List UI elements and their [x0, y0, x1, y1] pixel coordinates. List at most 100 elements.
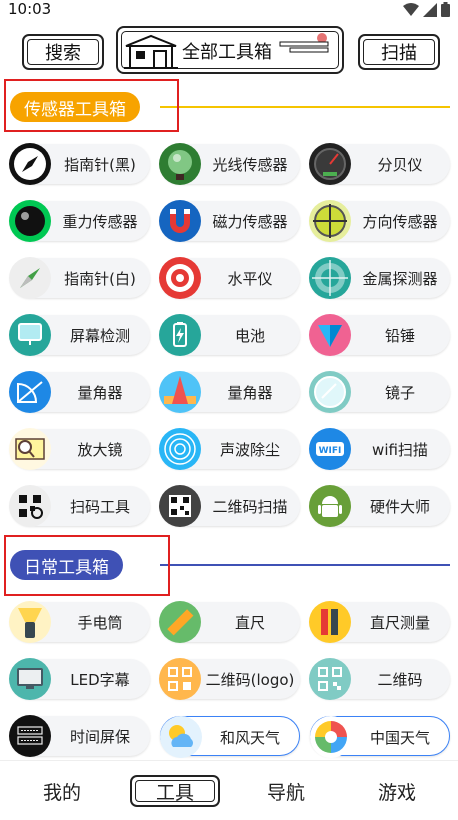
ruler-measure-icon [308, 600, 352, 644]
tool-tile-label: 和风天气 [219, 728, 280, 747]
tool-tile[interactable]: 指南针(黑) [8, 142, 150, 186]
tool-tile[interactable]: 直尺测量 [308, 600, 450, 644]
daily-section-title: 日常工具箱 [10, 550, 123, 580]
decibel-meter-icon [308, 142, 352, 186]
tool-tile-label: wifi扫描 [372, 440, 428, 459]
scan-button-label: 扫描 [381, 43, 417, 64]
battery-icon [158, 313, 202, 357]
sun-cloud-icon [279, 33, 329, 53]
title-banner: 全部工具箱 [116, 26, 344, 74]
battery-status-icon [441, 2, 450, 17]
tool-tile[interactable]: 光线传感器 [158, 142, 300, 186]
plumb-bob-icon [308, 313, 352, 357]
tool-tile-label: 电池 [234, 326, 265, 345]
tool-tile[interactable]: 金属探测器 [308, 256, 450, 300]
tool-tile[interactable]: WIFI wifi扫描 [309, 428, 450, 470]
tool-tile[interactable]: 镜子 [309, 371, 450, 413]
tool-tile[interactable]: 和风天气 [159, 715, 300, 759]
tool-tile-label: 手电筒 [77, 613, 123, 632]
tool-tile[interactable]: 扫码工具 [8, 484, 150, 528]
nav-item-mine[interactable]: 我的 [17, 775, 107, 807]
top-bar: 搜索 全部工具箱 扫描 [0, 24, 458, 74]
status-bar: 10:03 [0, 0, 458, 20]
tool-tile-label: 硬件大师 [369, 497, 430, 516]
wifi-status-icon [403, 2, 419, 16]
level-icon [158, 256, 202, 300]
nav-item-tools[interactable]: 工具 [130, 775, 220, 807]
qr-scan-icon [158, 484, 202, 528]
nav-item-navigation[interactable]: 导航 [241, 775, 331, 807]
tool-tile-label: 二维码(logo) [205, 670, 295, 689]
compass-black-icon [8, 142, 52, 186]
tool-tile-label: 金属探测器 [362, 269, 438, 288]
sound-wave-icon [158, 427, 202, 471]
nav-item-games[interactable]: 游戏 [352, 775, 442, 807]
protractor-ruler-icon [158, 370, 202, 414]
tool-tile[interactable]: 铅锤 [308, 313, 450, 357]
tool-tile-label: 磁力传感器 [212, 212, 288, 231]
tool-tile-label: 二维码 [377, 670, 423, 689]
direction-sensor-icon [308, 199, 352, 243]
tool-tile-label: 光线传感器 [212, 155, 288, 174]
magnet-icon [158, 199, 202, 243]
qr-logo-icon [158, 657, 202, 701]
tool-tile[interactable]: LED字幕 [9, 658, 150, 700]
tool-tile[interactable]: 重力传感器 [8, 199, 150, 243]
tool-tile-label: 量角器 [227, 383, 273, 402]
tool-tile[interactable]: 二维码 [308, 657, 450, 701]
sensor-section-title: 传感器工具箱 [10, 92, 140, 122]
nav-label: 游戏 [377, 781, 416, 804]
status-icons [403, 2, 450, 17]
house-icon [124, 34, 178, 69]
tool-tile[interactable]: 量角器 [158, 370, 300, 414]
daily-section-divider [160, 564, 450, 566]
svg-text:WIFI: WIFI [319, 446, 342, 456]
tool-tile-label: 分贝仪 [377, 155, 423, 174]
tool-tile[interactable]: 直尺 [158, 600, 300, 644]
tool-tile-label: 中国天气 [369, 728, 430, 747]
light-sensor-icon [158, 142, 202, 186]
tool-tile[interactable]: 量角器 [8, 370, 150, 414]
tool-tile-label: 屏幕检测 [69, 326, 130, 345]
page-title: 全部工具箱 [182, 42, 272, 63]
tool-tile-label: 直尺测量 [369, 613, 430, 632]
nav-label: 导航 [266, 781, 305, 804]
tool-tile[interactable]: 手电筒 [8, 600, 150, 644]
tool-tile[interactable]: 分贝仪 [308, 142, 450, 186]
ruler-icon [158, 600, 202, 644]
tool-tile-label: LED字幕 [70, 670, 130, 689]
tool-tile[interactable]: 指南针(白) [9, 257, 150, 299]
tool-tile-label: 直尺 [234, 613, 265, 632]
android-icon [308, 484, 352, 528]
tool-tile[interactable]: 二维码(logo) [158, 657, 300, 701]
tool-tile[interactable]: 中国天气 [309, 715, 450, 759]
gravity-sensor-icon [8, 199, 52, 243]
tool-tile[interactable]: 水平仪 [158, 256, 300, 300]
tool-tile[interactable]: 电池 [158, 313, 300, 357]
tool-tile[interactable]: 时间屏保 [9, 715, 150, 757]
tool-tile[interactable]: 放大镜 [9, 428, 150, 470]
weather-icon [159, 715, 203, 759]
tool-tile[interactable]: 二维码扫描 [158, 484, 300, 528]
flashlight-icon [8, 600, 52, 644]
china-weather-icon [309, 715, 353, 759]
protractor-icon [8, 370, 52, 414]
tool-tile-label: 放大镜 [77, 440, 123, 459]
scan-code-icon [8, 484, 52, 528]
sensor-section-header: 传感器工具箱 [0, 84, 458, 126]
tool-tile[interactable]: 声波除尘 [158, 427, 300, 471]
status-time: 10:03 [8, 0, 52, 18]
tool-tile[interactable]: 屏幕检测 [9, 314, 150, 356]
tool-tile-label: 镜子 [384, 383, 415, 402]
tool-tile-label: 声波除尘 [219, 440, 280, 459]
tool-tile-label: 指南针(黑) [64, 155, 136, 174]
tool-tile-label: 扫码工具 [69, 497, 130, 516]
scan-button[interactable]: 扫描 [358, 34, 440, 70]
metal-detector-icon [308, 256, 352, 300]
tool-tile-label: 量角器 [77, 383, 123, 402]
tool-tile[interactable]: 硬件大师 [308, 484, 450, 528]
tool-tile[interactable]: 磁力传感器 [158, 199, 300, 243]
qr-code-icon [308, 657, 352, 701]
search-button[interactable]: 搜索 [22, 34, 104, 70]
tool-tile[interactable]: 方向传感器 [308, 199, 450, 243]
